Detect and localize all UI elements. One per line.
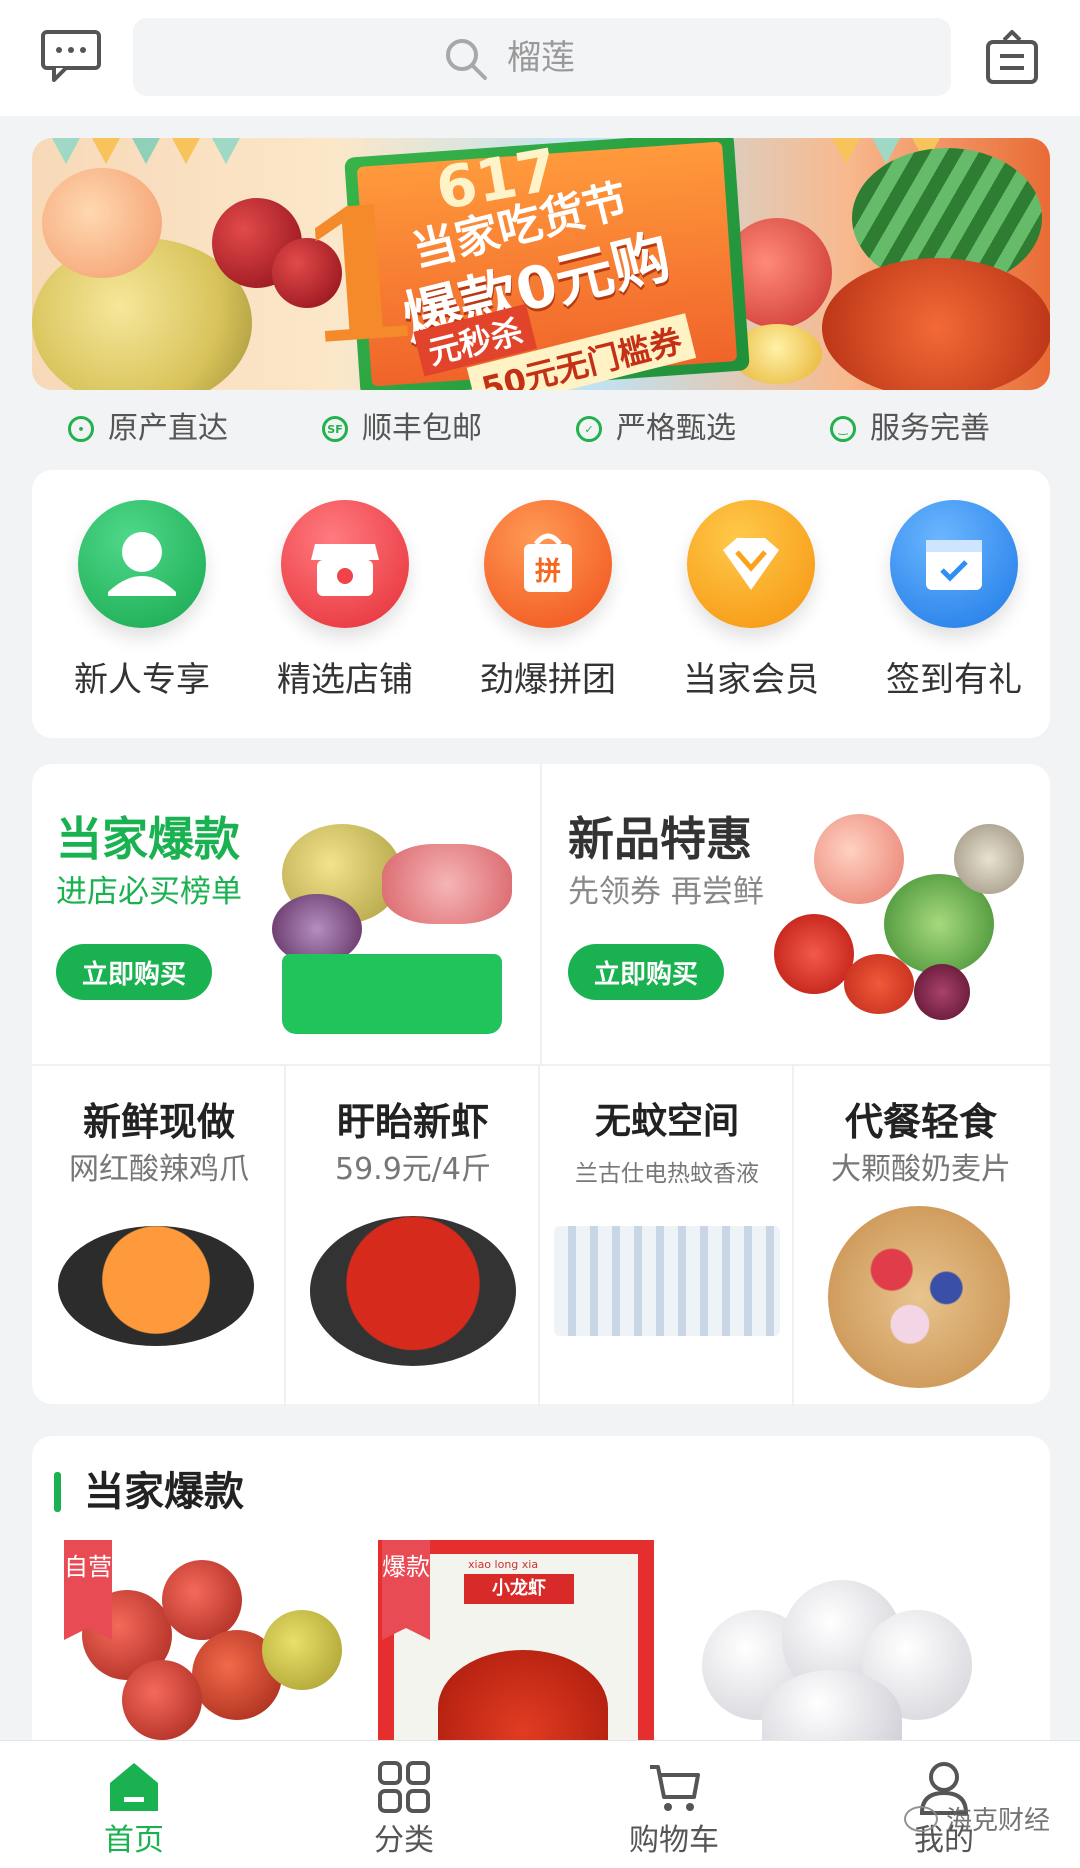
lychee-image: [122, 1660, 202, 1740]
quick-nav-label: 劲爆拼团: [480, 660, 616, 700]
section-title: 当家爆款: [84, 1469, 244, 1515]
tab-home[interactable]: 首页: [44, 1741, 224, 1868]
promo-title: 新品特惠: [568, 812, 752, 866]
grid-item-cereal[interactable]: 代餐轻食 大颗酸奶麦片: [794, 1066, 1048, 1406]
buy-now-button[interactable]: 立即购买: [56, 944, 212, 1000]
tab-label: 购物车: [629, 1823, 719, 1858]
hot-products-section: 当家爆款 自营 xiao long xia 小龙虾 爆款: [32, 1436, 1050, 1766]
promo-subtitle: 进店必买榜单: [56, 874, 242, 910]
product-grid: 新鲜现做 网红酸辣鸡爪 盱眙新虾 59.9元/4斤 无蚊空间 兰古仕电热蚊香液 …: [32, 1064, 1050, 1406]
message-icon[interactable]: [40, 28, 102, 84]
group-buy-icon: 拼: [524, 533, 572, 592]
feature-label: 原产直达: [108, 411, 228, 446]
promo-title: 当家爆款: [56, 812, 240, 866]
chicken-feet-image: [58, 1226, 254, 1346]
grid-subtitle: 大颗酸奶麦片: [831, 1152, 1011, 1187]
promo-board: 1 617 当家吃货节 爆款0元购 元秒杀 50元无门槛券: [289, 138, 750, 390]
feature-label: 严格甄选: [616, 411, 736, 446]
crawfish-bowl-image: [310, 1216, 516, 1366]
category-icon: [378, 1761, 430, 1813]
grid-item-chicken-feet[interactable]: 新鲜现做 网红酸辣鸡爪: [32, 1066, 286, 1406]
calendar-check-icon: [926, 540, 982, 590]
user-icon: [108, 532, 176, 596]
grid-item-mosquito[interactable]: 无蚊空间 兰古仕电热蚊香液: [540, 1066, 794, 1406]
watermark-text: 海克财经: [946, 1806, 1051, 1836]
search-icon: [446, 39, 487, 80]
grid-title: 代餐轻食: [844, 1100, 997, 1144]
hot-sale-tag: 爆款: [382, 1540, 430, 1640]
svg-text:拼: 拼: [535, 557, 561, 587]
search-input[interactable]: 榴莲: [133, 18, 951, 96]
location-icon: •: [68, 416, 94, 442]
lychee-image: [262, 1610, 342, 1690]
section-accent-bar: [54, 1472, 61, 1512]
tab-label: 分类: [374, 1823, 434, 1858]
grid-item-crawfish[interactable]: 盱眙新虾 59.9元/4斤: [286, 1066, 540, 1406]
grid-title: 盱眙新虾: [336, 1100, 489, 1144]
fruit-basket-image: [272, 824, 522, 1034]
feature-item: SF 顺丰包邮: [322, 404, 482, 454]
grid-title: 新鲜现做: [82, 1100, 235, 1144]
promo-card-new[interactable]: 新品特惠 先领券 再尝鲜 立即购买: [544, 764, 1050, 1064]
quick-nav: 新人专享 精选店铺 拼 劲爆拼团 当家会员 签到有礼: [32, 470, 1050, 738]
buy-now-button[interactable]: 立即购买: [568, 944, 724, 1000]
wechat-icon: [904, 1805, 938, 1832]
quick-nav-label: 新人专享: [74, 660, 210, 700]
cart-icon: [650, 1765, 700, 1811]
crawfish-box-pinyin: xiao long xia: [468, 1558, 539, 1571]
shield-icon: ✓: [576, 416, 602, 442]
quick-nav-label: 精选店铺: [277, 660, 413, 700]
cereal-bowl-image: [828, 1206, 1010, 1388]
promo-card-hot[interactable]: 当家爆款 进店必买榜单 立即购买: [32, 764, 542, 1064]
quick-nav-group-buy[interactable]: 拼 劲爆拼团: [448, 500, 628, 720]
product-card-garlic[interactable]: [692, 1540, 1012, 1766]
feature-item: ✓ 严格甄选: [576, 404, 736, 454]
feature-label: 顺丰包邮: [362, 411, 482, 446]
smile-icon: ‿: [830, 416, 856, 442]
tab-category[interactable]: 分类: [314, 1741, 494, 1868]
feature-item: ‿ 服务完善: [830, 404, 990, 454]
vegetables-image: [774, 804, 1034, 1044]
service-features: • 原产直达 SF 顺丰包邮 ✓ 严格甄选 ‿ 服务完善: [32, 404, 1050, 454]
diamond-icon: [723, 538, 779, 590]
grid-title: 无蚊空间: [594, 1101, 739, 1142]
bag-icon[interactable]: [982, 28, 1042, 86]
quick-nav-new-user[interactable]: 新人专享: [42, 500, 222, 720]
promo-banner[interactable]: 1 617 当家吃货节 爆款0元购 元秒杀 50元无门槛券: [32, 138, 1050, 390]
search-placeholder: 榴莲: [507, 38, 575, 78]
peach-image: [42, 168, 162, 278]
quick-nav-label: 签到有礼: [886, 660, 1022, 700]
sf-icon: SF: [322, 416, 348, 442]
grid-subtitle: 网红酸辣鸡爪: [69, 1152, 249, 1187]
top-header: 榴莲: [0, 0, 1080, 116]
promo-cards: 当家爆款 进店必买榜单 立即购买 新品特惠 先领券 再尝鲜 立即购买: [32, 764, 1050, 1064]
self-operated-tag: 自营: [64, 1540, 112, 1640]
tab-label: 首页: [104, 1823, 164, 1858]
grid-subtitle: 59.9元/4斤: [335, 1152, 491, 1187]
watermark: 海克财经: [904, 1800, 1050, 1837]
crawfish-box-title: 小龙虾: [464, 1574, 574, 1604]
mosquito-liquid-image: [554, 1226, 780, 1336]
store-icon: [311, 544, 379, 596]
grid-subtitle: 兰古仕电热蚊香液: [575, 1161, 759, 1187]
promo-subtitle: 先领券 再尝鲜: [568, 874, 764, 910]
quick-nav-stores[interactable]: 精选店铺: [245, 500, 425, 720]
feature-item: • 原产直达: [68, 404, 228, 454]
crawfish-image: [822, 258, 1050, 390]
home-icon: [110, 1763, 158, 1811]
feature-label: 服务完善: [870, 411, 990, 446]
quick-nav-membership[interactable]: 当家会员: [651, 500, 831, 720]
quick-nav-label: 当家会员: [683, 660, 819, 700]
tab-cart[interactable]: 购物车: [584, 1741, 764, 1868]
lychee-image: [162, 1560, 242, 1640]
quick-nav-checkin[interactable]: 签到有礼: [854, 500, 1034, 720]
